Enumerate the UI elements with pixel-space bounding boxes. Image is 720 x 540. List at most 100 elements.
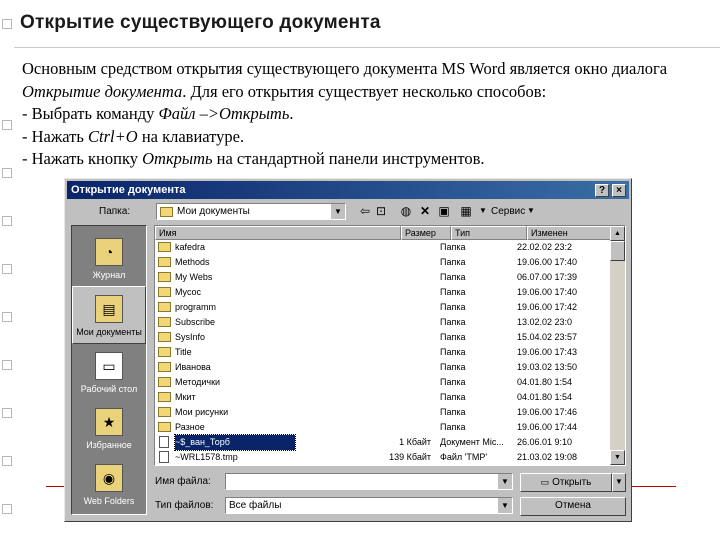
file-row[interactable]: ~$_ван_Торб 1 Кбайт Документ Mic... 26.06.0… <box>155 434 610 451</box>
service-menu[interactable]: Сервис <box>491 206 525 217</box>
file-name: Иванова <box>175 362 211 372</box>
views-icon[interactable]: ▦ <box>458 203 474 219</box>
vertical-scrollbar[interactable]: ▲ ▼ <box>610 226 625 465</box>
slide-title: Открытие существующего документа <box>20 12 381 33</box>
text-run: - Нажать <box>22 126 89 146</box>
decorative-line <box>632 486 676 487</box>
file-row[interactable]: SysInfo Папка 15.04.02 23:57 <box>155 330 610 345</box>
up-folder-icon[interactable]: ⊡ <box>373 203 389 219</box>
folder-icon <box>158 272 171 282</box>
folder-value: Мои документы <box>177 206 250 217</box>
folder-dropdown[interactable]: Мои документы ▼ <box>156 203 346 220</box>
file-name: kafedra <box>175 242 206 252</box>
chevron-down-icon[interactable]: ▼ <box>497 498 512 513</box>
file-row[interactable]: Мкит Папка 04.01.80 1:54 <box>155 390 610 405</box>
help-button[interactable]: ? <box>595 184 609 197</box>
file-name: Мкит <box>175 392 196 402</box>
service-dropdown-icon[interactable]: ▼ <box>523 203 539 219</box>
file-date: 04.01.80 1:54 <box>517 392 573 402</box>
column-header-name[interactable]: Имя <box>155 226 401 240</box>
file-type: Папка <box>440 332 466 342</box>
views-dropdown-icon[interactable]: ▼ <box>475 203 491 219</box>
text-run: на стандартной панели инструментов. <box>212 149 485 168</box>
file-date: 19.06.00 17:43 <box>517 347 578 357</box>
folder-icon <box>160 207 173 217</box>
file-list[interactable]: Имя Размер Тип Изменен kafedra Папка 22.02… <box>154 225 626 466</box>
file-row[interactable]: Иванова Папка 19.03.02 13:50 <box>155 360 610 375</box>
file-date: 06.07.00 17:39 <box>517 272 578 282</box>
file-row[interactable]: Методички Папка 04.01.80 1:54 <box>155 375 610 390</box>
folder-icon <box>158 332 171 342</box>
column-header-size[interactable]: Размер <box>401 226 451 240</box>
scroll-up-icon[interactable]: ▲ <box>610 226 625 241</box>
folder-icon <box>158 242 171 252</box>
place-history[interactable]: ◔ Журнал <box>72 230 146 288</box>
open-button-label: Открыть <box>552 477 592 488</box>
column-header-type[interactable]: Тип <box>451 226 527 240</box>
intro-paragraph: Основным средством открытия существующег… <box>22 58 712 103</box>
text-run: - Выбрать команду <box>22 104 159 123</box>
file-type: Папка <box>440 392 466 402</box>
file-type: Папка <box>440 242 466 252</box>
delete-icon[interactable]: ✕ <box>417 203 433 219</box>
folder-icon <box>158 347 171 357</box>
chevron-down-icon[interactable]: ▼ <box>330 204 345 219</box>
file-row[interactable]: ~WRL1578.tmp 139 Кбайт Файл 'TMP' 21.03.02 … <box>155 450 610 465</box>
file-date: 26.06.01 9:10 <box>517 437 573 447</box>
scroll-thumb[interactable] <box>610 241 625 261</box>
file-row[interactable]: Methods Папка 19.06.00 17:40 <box>155 255 610 270</box>
file-row[interactable]: programm Папка 19.06.00 17:42 <box>155 300 610 315</box>
file-name: ~WRL1578.tmp <box>175 452 238 462</box>
folder-icon <box>158 392 171 402</box>
file-row[interactable]: Title Папка 19.06.00 17:43 <box>155 345 610 360</box>
file-icon <box>159 436 169 448</box>
file-type: Папка <box>440 377 466 387</box>
bullet-marker <box>2 408 12 418</box>
file-row[interactable]: kafedra Папка 22.02.02 23:2 <box>155 240 610 255</box>
file-size: 1 Кбайт <box>399 437 431 447</box>
file-row[interactable]: Mycoc Папка 19.06.00 17:40 <box>155 285 610 300</box>
filename-input[interactable]: ▼ <box>225 473 513 490</box>
file-name: programm <box>175 302 217 312</box>
favorites-icon: ★ <box>95 408 123 436</box>
place-favorites[interactable]: ★ Избранное <box>72 400 146 458</box>
file-name: Methods <box>175 257 210 267</box>
file-row[interactable]: Разное Папка 19.06.00 17:44 <box>155 420 610 435</box>
file-date: 19.06.00 17:44 <box>517 422 578 432</box>
place-label: Мои документы <box>76 327 142 337</box>
folder-icon <box>158 377 171 387</box>
text-run: - Нажать кнопку <box>22 149 143 168</box>
open-button[interactable]: ▭ Открыть <box>520 473 612 492</box>
bullet-marker <box>2 312 12 322</box>
file-type: Папка <box>440 302 466 312</box>
file-row[interactable]: My Webs Папка 06.07.00 17:39 <box>155 270 610 285</box>
filetype-dropdown[interactable]: Все файлы ▼ <box>225 497 513 514</box>
cancel-button[interactable]: Отмена <box>520 497 626 516</box>
place-label: Рабочий стол <box>80 384 138 394</box>
text-run-italic: Ctrl+O <box>88 126 138 146</box>
place-web-folders[interactable]: ◉ Web Folders <box>72 456 146 514</box>
new-folder-icon[interactable]: ▣ <box>436 203 452 219</box>
file-type: Папка <box>440 317 466 327</box>
back-icon[interactable]: ⇦ <box>357 203 373 219</box>
file-row[interactable]: Subscribe Папка 13.02.02 23:0 <box>155 315 610 330</box>
open-document-dialog: Открытие документа ? × Папка: Мои докуме… <box>64 178 632 522</box>
web-folders-icon: ◉ <box>95 464 123 492</box>
chevron-down-icon[interactable]: ▼ <box>497 474 512 489</box>
bullet-marker <box>2 264 12 274</box>
place-desktop[interactable]: ▭ Рабочий стол <box>72 344 146 402</box>
history-icon: ◔ <box>95 238 123 266</box>
dialog-titlebar[interactable]: Открытие документа ? × <box>67 181 629 199</box>
scroll-down-icon[interactable]: ▼ <box>610 450 625 465</box>
place-my-documents[interactable]: ▤ Мои документы <box>72 286 146 344</box>
file-row[interactable]: Мои рисунки Папка 19.06.00 17:46 <box>155 405 610 420</box>
column-header-date[interactable]: Изменен <box>527 226 612 240</box>
search-web-icon[interactable]: ◍ <box>398 203 414 219</box>
file-date: 22.02.02 23:2 <box>517 242 573 252</box>
close-button[interactable]: × <box>612 184 626 197</box>
text-run: на клавиатуре. <box>137 126 245 146</box>
places-bar: ◔ Журнал ▤ Мои документы ▭ Рабочий стол … <box>71 225 147 515</box>
file-type: Папка <box>440 362 466 372</box>
file-name: Разное <box>175 422 205 432</box>
open-options-dropdown[interactable]: ▼ <box>612 473 626 492</box>
